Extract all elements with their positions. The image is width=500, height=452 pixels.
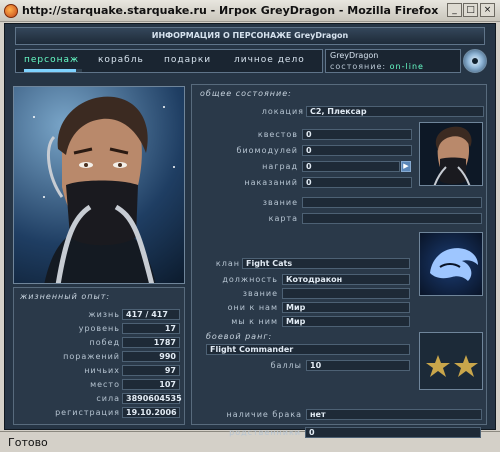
page-header: ИНФОРМАЦИЯ О ПЕРСОНАЖЕ GreyDragon (15, 27, 485, 45)
exp-label: уровень (78, 324, 120, 333)
clan-logo (419, 232, 483, 296)
minimize-button[interactable]: _ (447, 3, 462, 17)
exp-row: уровень 17 (18, 323, 180, 334)
exp-value: 3890604535 (122, 393, 182, 404)
punishments-label: наказаний (244, 178, 298, 187)
info-row-marriage: наличие брака нет (192, 409, 488, 420)
awards-label: наград (262, 162, 298, 171)
clan-value[interactable]: Fight Cats (242, 258, 410, 269)
character-info-page: ИНФОРМАЦИЯ О ПЕРСОНАЖЕ GreyDragon персон… (4, 23, 496, 438)
exp-label: побед (89, 338, 120, 347)
exp-label: ничьих (84, 366, 120, 375)
exp-label: сила (96, 394, 120, 403)
info-row-they-to-us: они к нам Мир (192, 302, 488, 313)
relatives-label: родственники (229, 428, 301, 437)
portrait-image (33, 96, 175, 283)
exp-row: побед 1787 (18, 337, 180, 348)
browser-titlebar: http://starquake.starquake.ru - Игрок Gr… (0, 0, 500, 22)
we-to-them-label: мы к ним (231, 317, 278, 326)
exp-label: жизнь (88, 310, 120, 319)
exp-label: регистрация (55, 408, 120, 417)
marriage-label: наличие брака (226, 410, 302, 419)
general-title: общее состояние: (200, 89, 292, 98)
exp-label: поражений (63, 352, 120, 361)
info-row-we-to-them: мы к ним Мир (192, 316, 488, 327)
nav-tab-gifts[interactable]: подарки (164, 55, 211, 65)
nav-tab-personal-file[interactable]: личное дело (234, 55, 305, 65)
combat-rank-row: Flight Commander (206, 344, 416, 355)
exp-value: 990 (122, 351, 180, 362)
general-info-panel: общее состояние: локация C2, Плексар кве… (191, 84, 487, 425)
exp-value: 19.10.2006 (122, 407, 180, 418)
tab-progress-bar (24, 69, 82, 72)
experience-title: жизненный опыт: (20, 292, 111, 301)
we-to-them-value: Мир (282, 316, 410, 327)
points-value: 10 (306, 360, 410, 371)
nav-tab-ship[interactable]: корабль (98, 55, 144, 65)
player-name: GreyDragon (330, 51, 379, 60)
tab-progress-fill (24, 69, 77, 72)
status-value: on-line (389, 62, 424, 71)
status-label: состояние: (330, 62, 387, 71)
exp-value: 417 / 417 (122, 309, 180, 320)
firefox-icon (4, 4, 18, 18)
info-row-relatives: родственники 0 (191, 427, 487, 438)
combat-rank-title: боевой ранг: (206, 332, 273, 341)
exp-value: 17 (122, 323, 180, 334)
exp-row: регистрация 19.10.2006 (18, 407, 180, 418)
experience-panel: жизненный опыт: жизнь 417 / 417 уровень … (13, 287, 185, 425)
maximize-button[interactable]: □ (463, 3, 478, 17)
clan-rank-value (282, 288, 410, 299)
marriage-value: нет (306, 409, 482, 420)
awards-value: 0 (302, 161, 400, 172)
exp-row: ничьих 97 (18, 365, 180, 376)
exp-value: 97 (122, 365, 180, 376)
portrait-thumbnail (419, 122, 483, 186)
awards-expand-button[interactable]: ▶ (401, 161, 411, 172)
card-label: карта (268, 214, 298, 223)
exp-row: поражений 990 (18, 351, 180, 362)
exp-row: сила 3890604535 (18, 393, 182, 404)
biomodules-label: биомодулей (236, 146, 298, 155)
info-row-location: локация C2, Плексар (192, 106, 488, 117)
quests-value: 0 (302, 129, 412, 140)
location-value: C2, Плексар (306, 106, 484, 117)
player-status: состояние: on-line (330, 62, 424, 71)
window-title: http://starquake.starquake.ru - Игрок Gr… (22, 4, 439, 17)
nav-tab-character[interactable]: персонаж (24, 55, 79, 65)
rank-insignia (419, 332, 483, 390)
points-label: баллы (270, 361, 302, 370)
character-portrait (13, 86, 185, 284)
biomodules-value: 0 (302, 145, 412, 156)
clan-label: клан (215, 259, 240, 268)
star-icon (426, 355, 478, 377)
punishments-value: 0 (302, 177, 412, 188)
exp-row: место 107 (18, 379, 180, 390)
they-to-us-label: они к нам (227, 303, 278, 312)
location-label: локация (261, 107, 304, 116)
position-value: Котодракон (282, 274, 410, 285)
exp-value: 1787 (122, 337, 180, 348)
title-value (302, 197, 482, 208)
clan-rank-label: звание (242, 289, 278, 298)
close-button[interactable]: × (480, 3, 495, 17)
info-row-title: звание (192, 197, 488, 208)
title-label: звание (262, 198, 298, 207)
card-value (302, 213, 482, 224)
exp-value: 107 (122, 379, 180, 390)
combat-rank-value: Flight Commander (206, 344, 410, 355)
exp-label: место (90, 380, 120, 389)
exp-row: жизнь 417 / 417 (18, 309, 180, 320)
panther-icon (430, 248, 478, 281)
quests-label: квестов (257, 130, 298, 139)
position-label: должность (222, 275, 278, 284)
character-nav: персонаж корабль подарки личное дело (15, 49, 323, 73)
player-namebox: GreyDragon состояние: on-line (325, 49, 461, 73)
relatives-value: 0 (305, 427, 481, 438)
info-row-card: карта (192, 213, 488, 224)
they-to-us-value: Мир (282, 302, 410, 313)
eye-icon[interactable] (463, 49, 487, 73)
thumbnail-image (433, 126, 472, 185)
